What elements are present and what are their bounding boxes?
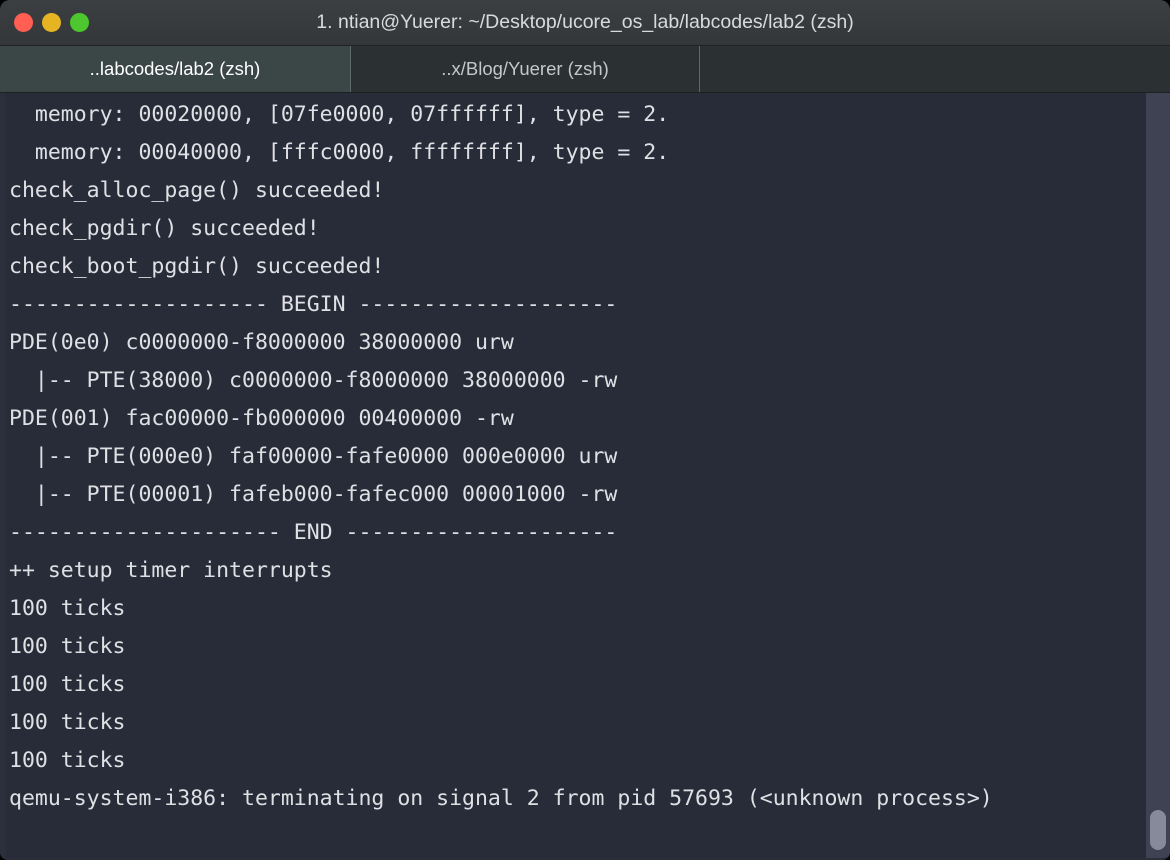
- terminal-line: memory: 00020000, [07fe0000, 07ffffff], …: [9, 102, 670, 127]
- terminal-line: 100 ticks: [9, 596, 126, 621]
- terminal-window: 1. ntian@Yuerer: ~/Desktop/ucore_os_lab/…: [0, 0, 1170, 860]
- terminal-line: ++ setup timer interrupts: [9, 558, 333, 583]
- terminal-line: qemu-system-i386: terminating on signal …: [9, 786, 993, 811]
- terminal-line: |-- PTE(00001) fafeb000-fafec000 0000100…: [9, 482, 618, 507]
- terminal-line: check_boot_pgdir() succeeded!: [9, 254, 385, 279]
- terminal-body[interactable]: memory: 00020000, [07fe0000, 07ffffff], …: [0, 93, 1170, 860]
- close-window-button[interactable]: [14, 13, 33, 32]
- maximize-window-button[interactable]: [70, 13, 89, 32]
- terminal-line: |-- PTE(38000) c0000000-f8000000 3800000…: [9, 368, 618, 393]
- terminal-line: check_alloc_page() succeeded!: [9, 178, 385, 203]
- terminal-line: PDE(001) fac00000-fb000000 00400000 -rw: [9, 406, 514, 431]
- terminal-line: memory: 00040000, [fffc0000, ffffffff], …: [9, 140, 670, 165]
- terminal-line: 100 ticks: [9, 710, 126, 735]
- terminal-line: 100 ticks: [9, 748, 126, 773]
- terminal-line: |-- PTE(000e0) faf00000-fafe0000 000e000…: [9, 444, 618, 469]
- terminal-line: -------------------- BEGIN -------------…: [9, 292, 618, 317]
- tab-bar: ..labcodes/lab2 (zsh) ..x/Blog/Yuerer (z…: [0, 46, 1170, 93]
- minimize-window-button[interactable]: [42, 13, 61, 32]
- terminal-line: check_pgdir() succeeded!: [9, 216, 320, 241]
- window-title: 1. ntian@Yuerer: ~/Desktop/ucore_os_lab/…: [316, 11, 854, 33]
- window-controls: [14, 0, 89, 45]
- terminal-line: 100 ticks: [9, 634, 126, 659]
- window-titlebar[interactable]: 1. ntian@Yuerer: ~/Desktop/ucore_os_lab/…: [0, 0, 1170, 46]
- terminal-line: PDE(0e0) c0000000-f8000000 38000000 urw: [9, 330, 514, 355]
- terminal-scrollbar-thumb[interactable]: [1150, 810, 1166, 850]
- terminal-line: 100 ticks: [9, 672, 126, 697]
- tab-blog-yuerer[interactable]: ..x/Blog/Yuerer (zsh): [351, 46, 700, 92]
- terminal-scrollbar[interactable]: [1146, 93, 1170, 858]
- tab-bar-empty-area: [700, 46, 1170, 92]
- tab-labcodes-lab2[interactable]: ..labcodes/lab2 (zsh): [0, 46, 351, 92]
- terminal-output: memory: 00020000, [07fe0000, 07ffffff], …: [6, 93, 1170, 818]
- terminal-line: --------------------- END --------------…: [9, 520, 618, 545]
